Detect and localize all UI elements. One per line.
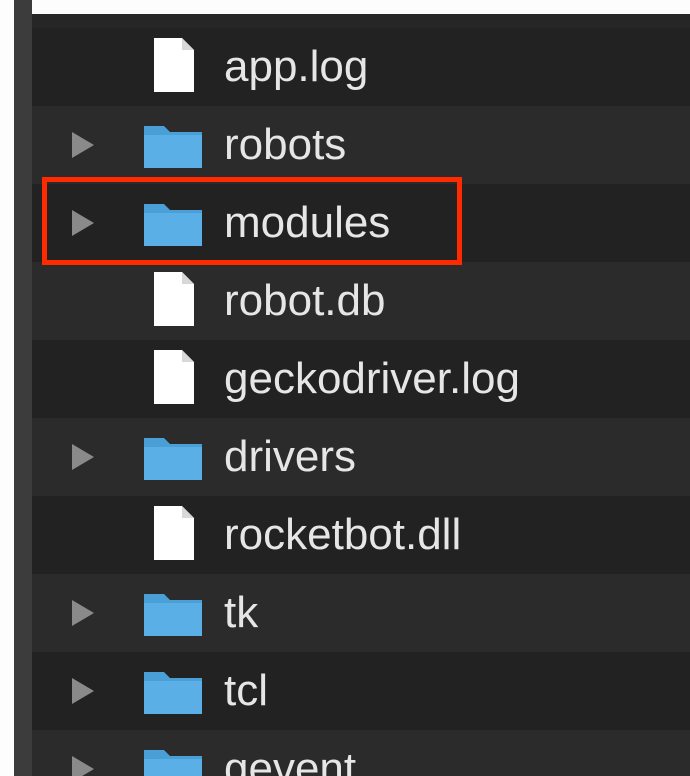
folder-icon — [144, 594, 202, 636]
top-edge — [14, 0, 690, 14]
file-icon — [154, 350, 194, 404]
folder-icon — [144, 126, 202, 168]
list-item[interactable]: tcl — [32, 652, 690, 730]
list-item[interactable]: geckodriver.log — [32, 340, 690, 418]
disclosure-triangle-icon[interactable] — [72, 678, 94, 704]
list-item[interactable]: rocketbot.dll — [32, 496, 690, 574]
file-icon — [154, 272, 194, 326]
disclosure-triangle-icon[interactable] — [72, 600, 94, 626]
file-icon — [154, 506, 194, 560]
item-label: rocketbot.dll — [224, 510, 462, 559]
disclosure-triangle-icon[interactable] — [72, 132, 94, 158]
sidebar-edge — [14, 0, 32, 776]
file-list: app.log robots modules robot.db geckodri… — [32, 14, 690, 776]
list-item[interactable]: tk — [32, 574, 690, 652]
list-item[interactable]: robot.db — [32, 262, 690, 340]
highlight-box — [42, 177, 462, 265]
folder-icon — [144, 438, 202, 480]
list-item[interactable]: drivers — [32, 418, 690, 496]
item-label: geckodriver.log — [224, 354, 520, 403]
folder-icon — [144, 672, 202, 714]
item-label: robot.db — [224, 276, 386, 325]
list-item[interactable]: app.log — [32, 28, 690, 106]
item-label: drivers — [224, 432, 357, 481]
item-label: gevent — [224, 744, 357, 776]
list-item[interactable]: robots — [32, 106, 690, 184]
item-label: robots — [224, 120, 347, 169]
item-label: tk — [224, 588, 259, 637]
list-item[interactable]: gevent — [32, 730, 690, 776]
item-label: app.log — [224, 42, 369, 91]
folder-icon — [144, 750, 202, 776]
disclosure-triangle-icon[interactable] — [72, 756, 94, 776]
file-icon — [154, 38, 194, 92]
disclosure-triangle-icon[interactable] — [72, 444, 94, 470]
item-label: tcl — [224, 666, 268, 715]
